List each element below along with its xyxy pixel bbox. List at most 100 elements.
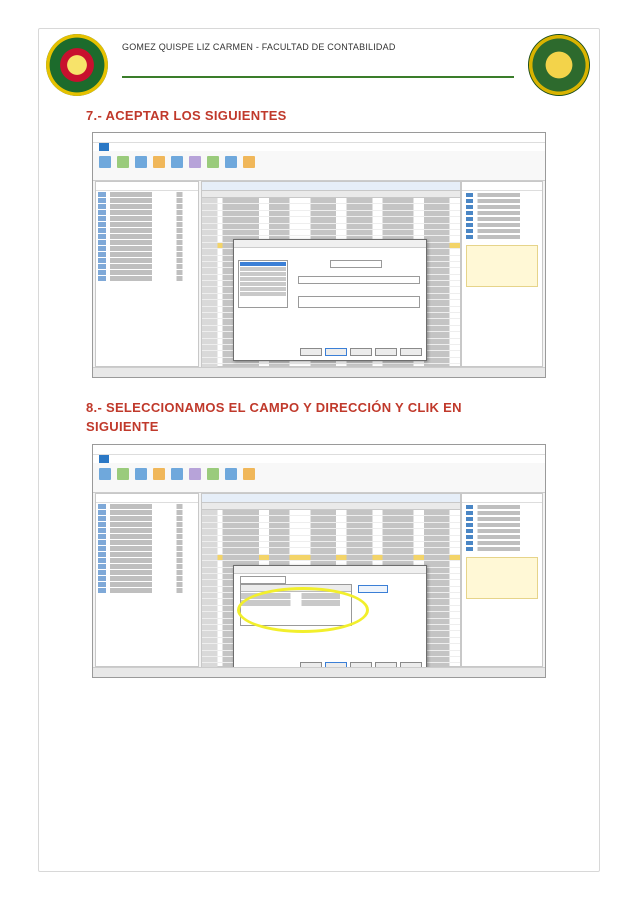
menu-tab-active: [99, 143, 110, 151]
font-field: [330, 260, 382, 268]
tree-row: [98, 558, 196, 563]
ribbon-icon: [225, 156, 237, 168]
tree-row: [98, 264, 196, 269]
tree-row: [98, 204, 196, 209]
tree-row: [98, 270, 196, 275]
properties-item: [466, 541, 538, 545]
tree-row: [98, 210, 196, 215]
ribbon-icon: [189, 468, 201, 480]
menu-tab: [147, 455, 150, 463]
ribbon-icon: [207, 156, 219, 168]
grid-tab: [202, 494, 460, 503]
alignment-options: [298, 276, 420, 284]
properties-item: [466, 229, 538, 233]
tree-row: [98, 564, 196, 569]
grid-header: [202, 191, 460, 198]
app-titlebar: [93, 445, 545, 455]
properties-pane-title: [462, 494, 542, 503]
section-heading-7: 7.- ACEPTAR LOS SIGUIENTES: [86, 108, 287, 123]
menu-tab: [119, 143, 123, 151]
app-ribbon: [93, 463, 545, 493]
tree-row: [98, 534, 196, 539]
screenshot-step-8: [92, 444, 546, 678]
tree-row: [98, 216, 196, 221]
page-header: GOMEZ QUISPE LIZ CARMEN - FACULTAD DE CO…: [40, 30, 596, 100]
tree-row: [98, 570, 196, 575]
tree-row: [98, 576, 196, 581]
ribbon-icon: [225, 468, 237, 480]
properties-item: [466, 205, 538, 209]
ribbon-icon: [153, 156, 165, 168]
grid-header: [202, 503, 460, 510]
properties-item: [466, 511, 538, 515]
ribbon-icon: [117, 156, 129, 168]
tree-row: [98, 258, 196, 263]
cancel-button: [375, 348, 397, 356]
tree-row: [98, 582, 196, 587]
menu-tab: [161, 455, 163, 463]
properties-item: [466, 217, 538, 221]
grid-tab: [202, 182, 460, 191]
tree-row: [98, 546, 196, 551]
tree-row: [98, 276, 196, 281]
field-list-item: [240, 292, 286, 296]
field-list-item-selected: [240, 262, 286, 266]
ribbon-icon: [99, 468, 111, 480]
tree-row: [98, 510, 196, 515]
tree-row: [98, 228, 196, 233]
ribbon-icon: [189, 156, 201, 168]
properties-comment-note: [466, 245, 538, 287]
app-ribbon: [93, 151, 545, 181]
ribbon-icon: [171, 156, 183, 168]
tree-row: [98, 552, 196, 557]
app-titlebar: [93, 133, 545, 143]
properties-item: [466, 223, 538, 227]
yellow-highlight-circle: [237, 587, 369, 633]
tree-row: [98, 246, 196, 251]
ribbon-icon: [243, 156, 255, 168]
properties-item: [466, 193, 538, 197]
header-divider: [122, 76, 514, 78]
properties-item: [466, 211, 538, 215]
tree-row: [98, 516, 196, 521]
tree-row: [98, 222, 196, 227]
properties-item: [466, 547, 538, 551]
properties-item: [466, 535, 538, 539]
section-heading-8: 8.- SELECCIONAMOS EL CAMPO Y DIRECCIÓN Y…: [86, 400, 462, 434]
university-seal-logo: [528, 34, 590, 96]
menu-tab: [134, 143, 137, 151]
properties-item: [466, 517, 538, 521]
faculty-seal-logo: [46, 34, 108, 96]
ribbon-icon: [99, 156, 111, 168]
menu-tab-active: [99, 455, 110, 463]
field-list-item: [240, 267, 286, 271]
menu-tab: [134, 455, 137, 463]
next-button: [325, 348, 347, 356]
app-body: [93, 493, 545, 677]
screenshot-step-7: [92, 132, 546, 378]
dialog-titlebar: [234, 566, 426, 574]
properties-item: [466, 529, 538, 533]
ribbon-icon: [243, 468, 255, 480]
field-dropdown: [240, 576, 286, 584]
properties-item: [466, 523, 538, 527]
text-field: [298, 296, 420, 308]
tree-row: [98, 234, 196, 239]
help-button: [400, 348, 422, 356]
tree-row: [98, 528, 196, 533]
app-menubar: [93, 143, 545, 151]
menu-tab: [147, 143, 150, 151]
properties-item: [466, 235, 538, 239]
back-button: [300, 348, 322, 356]
properties-pane: [461, 493, 543, 667]
field-list-item: [240, 282, 286, 286]
properties-comment-note: [466, 557, 538, 599]
properties-pane-title: [462, 182, 542, 191]
file-explorer-pane: [95, 493, 199, 667]
app-statusbar: [93, 367, 545, 377]
header-title: GOMEZ QUISPE LIZ CARMEN - FACULTAD DE CO…: [122, 42, 396, 52]
ribbon-icon: [135, 468, 147, 480]
field-list-item: [240, 287, 286, 291]
file-explorer-pane: [95, 181, 199, 367]
field-list-item: [240, 272, 286, 276]
